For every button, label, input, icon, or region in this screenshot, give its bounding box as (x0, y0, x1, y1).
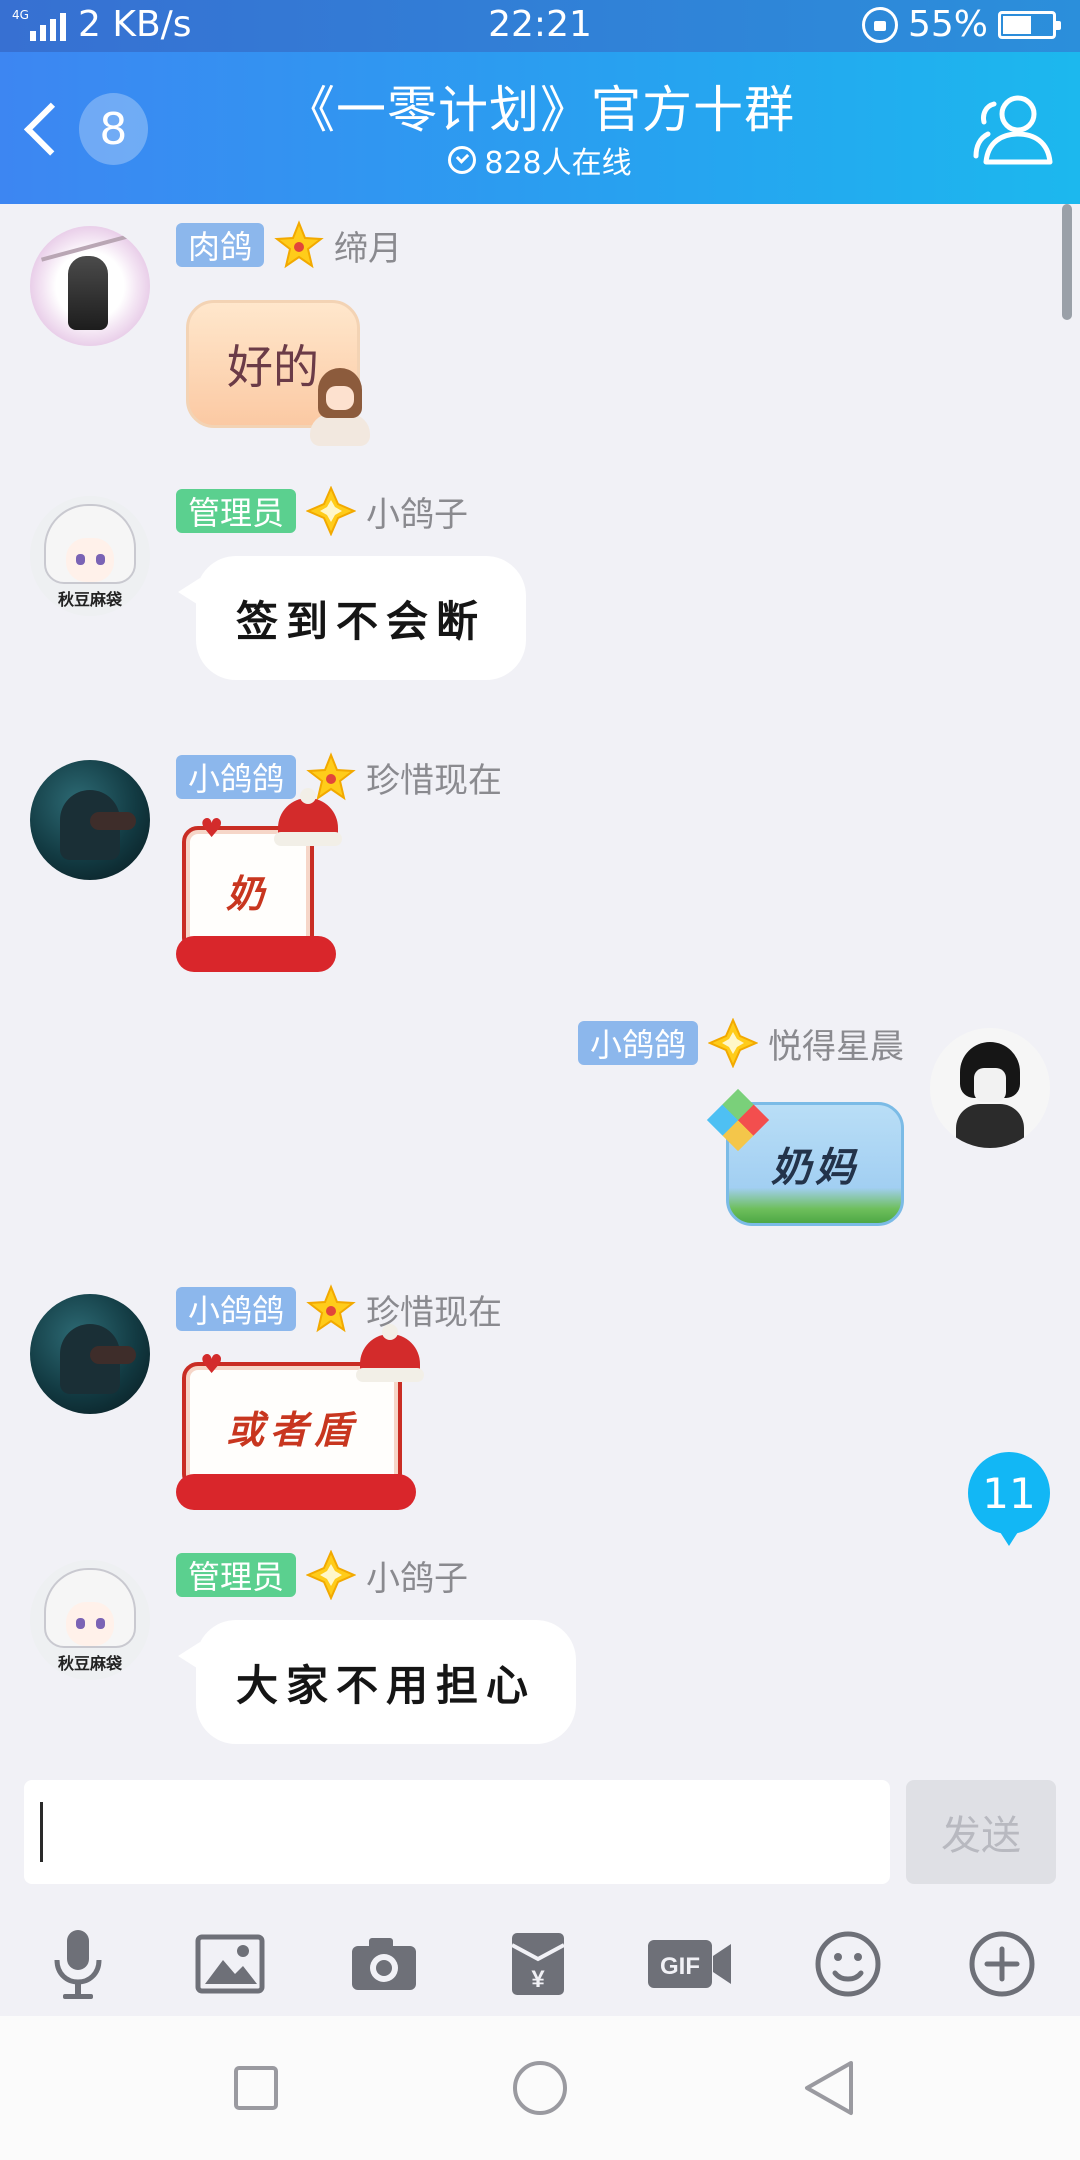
message-bubble[interactable]: 签到不会断 (177, 556, 527, 680)
avatar-caption: 秋豆麻袋 (57, 1654, 122, 1673)
dark-avatar[interactable] (30, 760, 150, 880)
message-item: 小鸽鸽 珍惜现在 奶 ♥ (0, 736, 1080, 1006)
plus-icon[interactable] (952, 1914, 1052, 2014)
message-meta: 管理员 小鸽子 (176, 1550, 469, 1600)
gold-star-icon (306, 1284, 356, 1334)
status-right: 55% (861, 4, 1061, 45)
battery-icon (998, 10, 1061, 39)
message-meta: 小鸽鸽 悦得星晨 (577, 1018, 904, 1068)
sender-name: 小鸽子 (366, 1558, 469, 1599)
recent-apps-icon[interactable] (224, 2056, 288, 2120)
message-item: 秋豆麻袋 管理员 小鸽子 签到不会断 (0, 470, 1080, 740)
message-input[interactable] (24, 1780, 890, 1884)
back-button[interactable]: 8 (18, 92, 148, 166)
heart-icon: ♥ (200, 814, 224, 844)
anime-avatar[interactable]: 秋豆麻袋 (30, 1560, 150, 1680)
bubble-decoration-girl (300, 364, 380, 448)
diamond-star-icon (306, 486, 357, 536)
online-check-icon (448, 146, 477, 174)
santa-hat-icon (272, 788, 342, 848)
role-badge: 管理员 (176, 1553, 297, 1597)
role-badge: 小鸽鸽 (176, 1287, 297, 1331)
unread-count-badge: 8 (78, 93, 148, 165)
image-icon[interactable] (180, 1914, 280, 2014)
diamond-star-icon (708, 1018, 758, 1068)
sketch-avatar[interactable] (930, 1028, 1050, 1148)
message-list[interactable]: 肉鸽 缔月 好的 秋豆麻袋 管理员 小鸽子 签到不会断 小鸽鸽 珍惜现在 奶 ♥… (0, 204, 1080, 1766)
bubble-decoration-scroll (176, 1474, 416, 1510)
anime-avatar[interactable]: 秋豆麻袋 (30, 496, 150, 616)
group-members-button[interactable] (966, 90, 1056, 170)
online-count: 828人在线 (484, 146, 632, 181)
blossom-avatar[interactable] (30, 226, 150, 346)
role-badge: 管理员 (176, 489, 297, 533)
chat-screen: 4G 2 KB/s 22:21 55% 8 《一零计划》官方十群 828人在线 … (0, 0, 1080, 2160)
group-title[interactable]: 《一零计划》官方十群 (180, 70, 900, 142)
status-bar: 4G 2 KB/s 22:21 55% (0, 0, 1080, 52)
sender-name: 小鸽子 (366, 494, 469, 535)
gif-icon[interactable]: GIF (640, 1914, 740, 2014)
online-status[interactable]: 828人在线 (180, 138, 900, 182)
heart-icon: ♥ (200, 1350, 224, 1380)
santa-hat-icon (354, 1324, 424, 1384)
battery-percent: 55% (907, 4, 988, 45)
members-icon (973, 95, 1053, 165)
send-button[interactable]: 发送 (906, 1780, 1056, 1884)
back-nav-icon[interactable] (796, 2056, 860, 2120)
rotation-lock-icon (861, 6, 898, 43)
dark-avatar[interactable] (30, 1294, 150, 1414)
bubble-decoration-scroll (176, 936, 336, 972)
new-messages-badge[interactable]: 11 (968, 1452, 1050, 1546)
system-nav-bar (0, 2016, 1080, 2160)
message-item: 秋豆麻袋 管理员 小鸽子 大家不用担心 (0, 1534, 1080, 1766)
role-badge: 肉鸽 (176, 223, 265, 267)
message-item: 小鸽鸽 珍惜现在 或者盾 ♥ (0, 1268, 1080, 1538)
sender-name: 珍惜现在 (366, 760, 503, 801)
role-badge: 小鸽鸽 (577, 1021, 698, 1065)
message-item: 肉鸽 缔月 好的 (0, 204, 1080, 474)
sender-name: 悦得星晨 (768, 1026, 904, 1067)
emoji-icon[interactable] (798, 1914, 898, 2014)
gold-star-icon (274, 220, 324, 270)
red-packet-icon[interactable]: ¥ (488, 1914, 588, 2014)
back-chevron-icon (23, 102, 77, 156)
input-toolbar: ¥ GIF (0, 1914, 1080, 2014)
svg-text:¥: ¥ (531, 1966, 545, 1993)
text-caret (40, 1802, 43, 1862)
message-item: 小鸽鸽 悦得星晨 奶妈 (0, 1002, 1080, 1272)
input-area: 发送 ¥ GIF (0, 1766, 1080, 2016)
message-meta: 管理员 小鸽子 (176, 486, 469, 536)
avatar-caption: 秋豆麻袋 (57, 590, 122, 609)
message-bubble[interactable]: 大家不用担心 (177, 1620, 577, 1744)
header-bar: 4G 2 KB/s 22:21 55% 8 《一零计划》官方十群 828人在线 (0, 0, 1080, 204)
svg-text:GIF: GIF (660, 1953, 700, 1980)
message-meta: 小鸽鸽 珍惜现在 (176, 1284, 502, 1334)
diamond-star-icon (306, 1550, 357, 1600)
message-meta: 肉鸽 缔月 (176, 220, 403, 270)
home-icon[interactable] (508, 2056, 572, 2120)
chat-scrollbar[interactable] (1062, 204, 1072, 320)
sender-name: 缔月 (334, 228, 403, 269)
camera-icon[interactable] (334, 1914, 434, 2014)
microphone-icon[interactable] (28, 1914, 128, 2014)
